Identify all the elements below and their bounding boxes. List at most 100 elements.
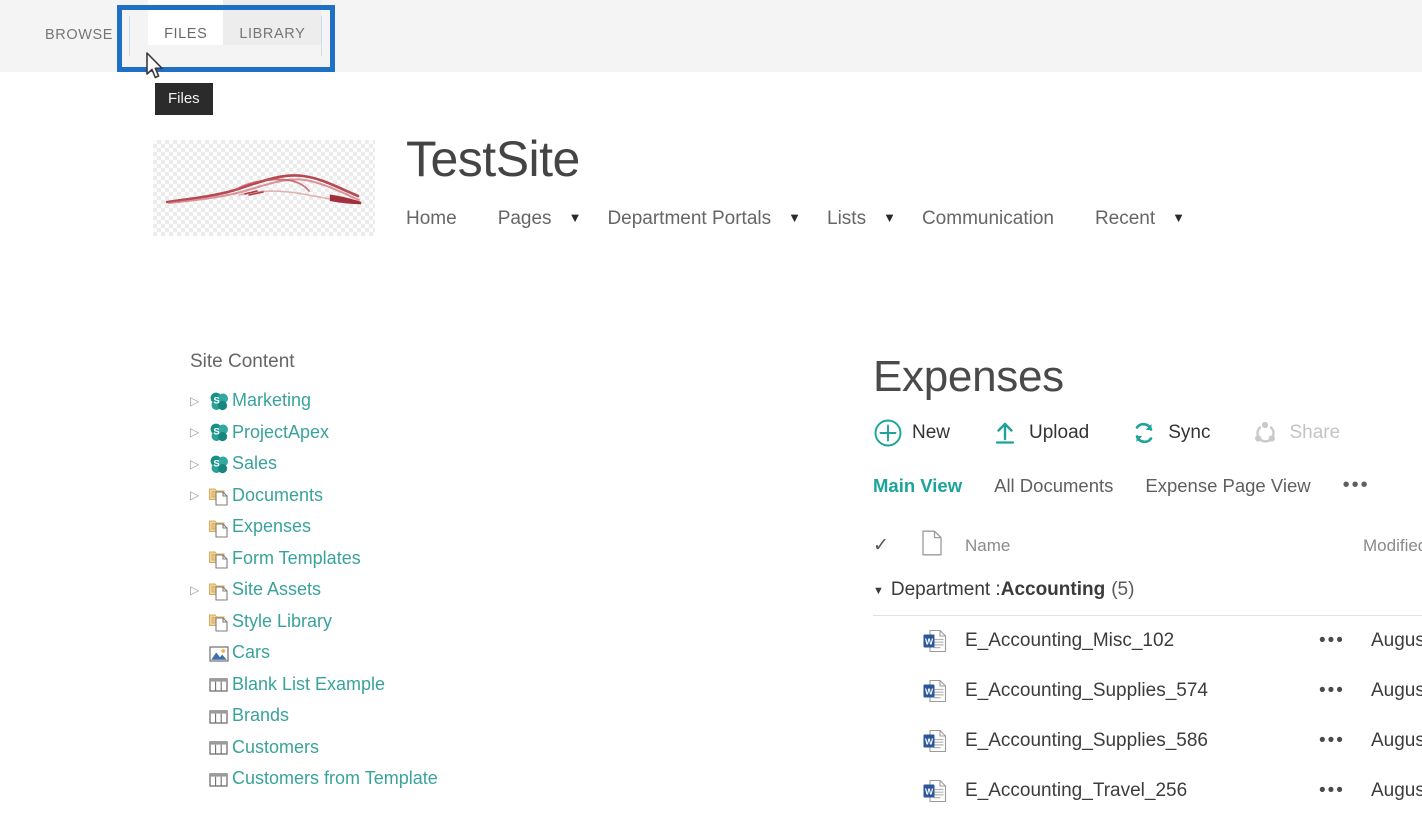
table-row[interactable]: W E_Accounting_Travel_256•••August	[873, 766, 1422, 816]
file-name-link[interactable]: E_Accounting_Supplies_574	[965, 680, 1319, 702]
tree-item-label: Customers	[232, 736, 320, 757]
chevron-down-icon-lists[interactable]: ▼	[883, 210, 922, 225]
nav-item-department-portals[interactable]: Department Portals	[607, 208, 788, 230]
nav-item-lists[interactable]: Lists	[827, 208, 883, 230]
tree-item-label: Brands	[232, 705, 290, 726]
svg-text:S: S	[213, 427, 219, 438]
sharepoint-site-icon: S	[208, 454, 231, 476]
share-button[interactable]: Share	[1250, 418, 1340, 448]
svg-text:W: W	[925, 636, 934, 646]
new-button-label: New	[912, 421, 951, 443]
ribbon-tab-files[interactable]: FILES	[148, 0, 224, 45]
nav-item-home[interactable]: Home	[406, 208, 474, 230]
sync-button-label: Sync	[1168, 421, 1211, 443]
ribbon-tab-browse[interactable]: BROWSE	[29, 0, 129, 43]
row-overflow-menu-icon[interactable]: •••	[1319, 630, 1371, 652]
tree-item-label: ProjectApex	[232, 421, 330, 442]
ribbon-tab-library[interactable]: LIBRARY	[223, 0, 322, 45]
tree-item[interactable]: ▷Customers	[190, 732, 620, 764]
document-library-icon	[208, 517, 231, 539]
file-name-link[interactable]: E_Accounting_Supplies_586	[965, 730, 1319, 752]
group-header-prefix: Department :	[890, 578, 1001, 600]
column-header-modified[interactable]: Modified	[1363, 536, 1422, 556]
tree-item[interactable]: ▷Style Library	[190, 606, 620, 638]
tree-item[interactable]: ▷ S Sales	[190, 448, 620, 480]
share-button-label: Share	[1289, 421, 1341, 443]
tree-item[interactable]: ▷ Site Assets	[190, 574, 620, 606]
expand-triangle-icon[interactable]: ▷	[190, 394, 208, 408]
tree-item[interactable]: ▷Blank List Example	[190, 669, 620, 701]
tree-item-label: Cars	[232, 642, 271, 663]
nav-item-recent[interactable]: Recent	[1095, 208, 1172, 230]
column-header-name[interactable]: Name	[965, 536, 1363, 556]
file-name-link[interactable]: E_Accounting_Misc_102	[965, 630, 1319, 652]
tree-item-label: Customers from Template	[232, 768, 438, 789]
share-icon	[1250, 418, 1280, 448]
tree-item[interactable]: ▷Brands	[190, 700, 620, 732]
document-library-icon	[208, 548, 231, 570]
expand-triangle-icon[interactable]: ▷	[190, 488, 208, 502]
document-library-icon	[208, 485, 231, 507]
site-content-tree: Site Content ▷ S Marketing ▷ S ProjectApex ▷ S S…	[190, 351, 620, 795]
view-tab-all-documents[interactable]: All Documents	[994, 475, 1113, 497]
tree-item[interactable]: ▷Cars	[190, 637, 620, 669]
new-button[interactable]: New	[873, 418, 950, 448]
site-header: TestSite Home Pages ▼ Department Portals…	[0, 130, 1422, 270]
tree-item-label: Marketing	[232, 390, 312, 411]
nav-item-communication[interactable]: Communication	[922, 208, 1071, 230]
file-name-link[interactable]: E_Accounting_Travel_256	[965, 780, 1319, 802]
site-content-heading: Site Content	[190, 351, 295, 372]
tree-item[interactable]: ▷ Documents	[190, 480, 620, 512]
upload-button[interactable]: Upload	[990, 418, 1089, 448]
table-row[interactable]: W E_Accounting_Misc_102•••August	[873, 616, 1422, 666]
nav-item-pages[interactable]: Pages	[498, 208, 569, 230]
expand-triangle-icon[interactable]: ▷	[190, 425, 208, 439]
word-document-icon: W	[921, 777, 965, 805]
tab-separator-right	[321, 16, 323, 56]
upload-arrow-icon	[990, 418, 1020, 448]
sharepoint-page: BROWSE FILES LIBRARY Files TestSite Home…	[0, 0, 1422, 832]
document-icon	[921, 530, 965, 561]
command-bar: New Upload Sync Share	[873, 411, 1422, 455]
tree-item-label: Sales	[232, 453, 278, 474]
tree-item-label: Expenses	[232, 516, 312, 537]
column-header-row: ✓ Name Modified	[873, 527, 1422, 565]
tree-item[interactable]: ▷Customers from Template	[190, 763, 620, 795]
row-overflow-menu-icon[interactable]: •••	[1319, 730, 1371, 752]
table-row[interactable]: W E_Accounting_Supplies_586•••August	[873, 716, 1422, 766]
sharepoint-site-icon: S	[208, 422, 231, 444]
chevron-down-icon-recent[interactable]: ▼	[1172, 210, 1211, 225]
expand-triangle-icon[interactable]: ▷	[190, 457, 208, 471]
tree-item[interactable]: ▷Expenses	[190, 511, 620, 543]
tree-item[interactable]: ▷ S ProjectApex	[190, 417, 620, 449]
file-list: ✓ Name Modified ▼ Department : Accountin…	[873, 527, 1422, 816]
list-icon	[208, 674, 231, 696]
file-modified-value: August	[1371, 779, 1422, 801]
word-document-icon: W	[921, 627, 965, 655]
row-overflow-menu-icon[interactable]: •••	[1319, 680, 1371, 702]
row-overflow-menu-icon[interactable]: •••	[1319, 780, 1371, 802]
sharepoint-site-icon: S	[208, 391, 231, 413]
tree-item[interactable]: ▷Form Templates	[190, 543, 620, 575]
plus-circle-icon	[873, 418, 903, 448]
expand-triangle-icon[interactable]: ▷	[190, 583, 208, 597]
view-tab-overflow-menu[interactable]: •••	[1343, 474, 1370, 497]
tree-item-label: Documents	[232, 484, 324, 505]
select-all-checkmark-icon[interactable]: ✓	[873, 534, 921, 557]
list-icon	[208, 769, 231, 791]
chevron-down-icon-pages[interactable]: ▼	[569, 210, 608, 225]
sync-button[interactable]: Sync	[1129, 418, 1210, 448]
document-library-icon	[208, 611, 231, 633]
files-tooltip: Files	[155, 83, 213, 115]
upload-button-label: Upload	[1029, 421, 1090, 443]
table-row[interactable]: W E_Accounting_Supplies_574•••August	[873, 666, 1422, 716]
svg-text:S: S	[213, 395, 219, 406]
collapse-triangle-icon[interactable]: ▼	[873, 585, 884, 597]
file-modified-value: August	[1371, 679, 1422, 701]
file-modified-value: August	[1371, 629, 1422, 651]
view-tab-expense-page-view[interactable]: Expense Page View	[1145, 475, 1310, 497]
view-tab-main-view[interactable]: Main View	[873, 475, 962, 497]
chevron-down-icon-department-portals[interactable]: ▼	[788, 210, 827, 225]
group-header-department-accounting[interactable]: ▼ Department : Accounting (5)	[873, 565, 1422, 615]
tree-item[interactable]: ▷ S Marketing	[190, 385, 620, 417]
